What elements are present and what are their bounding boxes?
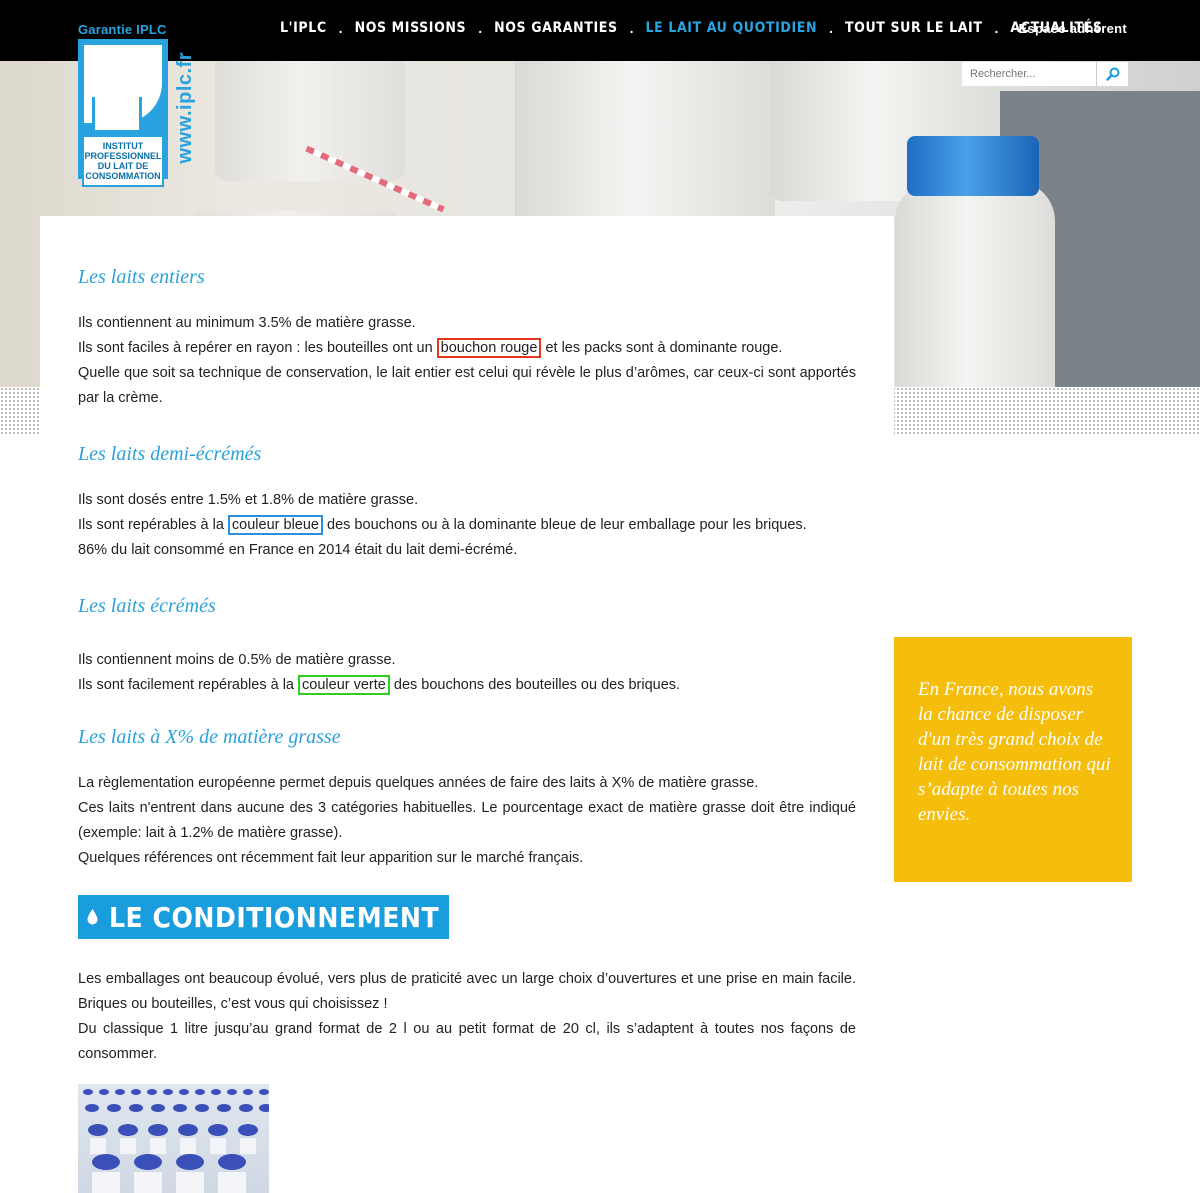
search-input[interactable] — [962, 62, 1096, 86]
logo-institute-name: INSTITUT PROFESSIONNEL DU LAIT DE CONSOM… — [82, 135, 164, 187]
nav-separator: . — [338, 20, 343, 36]
section-laits-x-percent: Les laits à X% de matière grasse La règl… — [78, 726, 856, 871]
banner-title: LE CONDITIONNEMENT — [109, 900, 440, 934]
text-line: Du classique 1 litre jusqu’au grand form… — [78, 1021, 856, 1062]
nav-item-missions[interactable]: NOS MISSIONS — [345, 20, 477, 36]
section-laits-demi-ecremes: Les laits demi-écrémés Ils sont dosés en… — [78, 443, 856, 563]
text-line: Les emballages ont beaucoup évolué, vers… — [78, 971, 856, 1012]
text-line: Ils sont dosés entre 1.5% et 1.8% de mat… — [78, 492, 419, 508]
text-line: Ils sont repérables à la — [78, 517, 228, 533]
highlight-couleur-bleue: couleur bleue — [227, 515, 323, 535]
milk-jug-shape — [215, 61, 405, 181]
text-line: Ils sont faciles à repérer en rayon : le… — [78, 340, 437, 356]
section-title: Les laits écrémés — [78, 595, 216, 617]
search-icon — [1105, 67, 1119, 81]
text-line: La règlementation européenne permet depu… — [78, 775, 759, 791]
blue-cap-shape — [907, 136, 1039, 196]
milk-drop-icon — [87, 909, 98, 925]
section-title: Les laits entiers — [78, 266, 205, 288]
section-laits-ecremes: Les laits écrémés Ils contiennent moins … — [78, 595, 856, 698]
text-line: 86% du lait consommé en France en 2014 é… — [78, 542, 518, 558]
milk-glass-icon — [92, 97, 142, 133]
text-line: des bouchons des bouteilles ou des briqu… — [389, 677, 681, 693]
logo-tagline: Garantie IPLC — [78, 22, 167, 37]
milk-jug-shape — [515, 61, 775, 231]
text-line: et les packs sont à dominante rouge. — [541, 340, 783, 356]
text-line: Quelle que soit sa technique de conserva… — [78, 365, 856, 406]
bottles-illustration — [83, 1089, 269, 1193]
nav-separator: . — [829, 20, 833, 36]
iplc-logo[interactable]: Garantie IPLC INSTITUT PROFESSIONNEL DU … — [78, 22, 196, 187]
main-nav: L'IPLC . NOS MISSIONS . NOS GARANTIES . … — [270, 20, 1113, 36]
section-title: Les laits à X% de matière grasse — [78, 726, 341, 748]
text-line: Ils sont facilement repérables à la — [78, 677, 299, 693]
nav-item-garanties[interactable]: NOS GARANTIES — [484, 20, 628, 36]
text-line: Ils contiennent moins de 0.5% de matière… — [78, 652, 396, 668]
text-line: des bouchons ou à la dominante bleue de … — [323, 517, 807, 533]
section-text: Ils contiennent moins de 0.5% de matière… — [78, 648, 856, 698]
nav-separator: . — [478, 20, 483, 36]
highlight-bouchon-rouge: bouchon rouge — [436, 338, 542, 358]
member-area-link[interactable]: Espace adhérent — [1018, 21, 1127, 36]
section-text: La règlementation européenne permet depu… — [78, 771, 856, 871]
main-content: Les laits entiers Ils contiennent au min… — [40, 216, 894, 1193]
nav-item-liplc[interactable]: L'IPLC — [270, 20, 337, 36]
text-line: Ils contiennent au minimum 3.5% de matiè… — [78, 315, 416, 331]
nav-item-tout-sur-le-lait[interactable]: TOUT SUR LE LAIT — [835, 20, 993, 36]
quote-box: En France, nous avons la chance de dispo… — [894, 637, 1132, 882]
section-text: Ils contiennent au minimum 3.5% de matiè… — [78, 311, 856, 411]
conditionnement-banner: LE CONDITIONNEMENT — [78, 895, 450, 939]
logo-url: www.iplc.fr — [174, 52, 196, 164]
nav-separator: . — [629, 20, 634, 36]
quote-text: En France, nous avons la chance de dispo… — [918, 679, 1111, 825]
text-line: Ces laits n'entrent dans aucune des 3 ca… — [78, 800, 856, 841]
nav-item-lait-au-quotidien[interactable]: LE LAIT AU QUOTIDIEN — [636, 20, 828, 36]
highlight-couleur-verte: couleur verte — [298, 675, 390, 695]
search-box — [962, 62, 1128, 86]
section-laits-entiers: Les laits entiers Ils contiennent au min… — [78, 266, 856, 411]
nav-separator: . — [994, 20, 999, 36]
section-title: Les laits demi-écrémés — [78, 443, 262, 465]
conditionnement-text: Les emballages ont beaucoup évolué, vers… — [78, 967, 856, 1067]
bottles-photo — [78, 1084, 269, 1193]
section-text: Ils sont dosés entre 1.5% et 1.8% de mat… — [78, 488, 856, 563]
logo-emblem: INSTITUT PROFESSIONNEL DU LAIT DE CONSOM… — [78, 39, 168, 187]
text-line: Quelques références ont récemment fait l… — [78, 850, 584, 866]
search-button[interactable] — [1096, 62, 1128, 86]
milk-bottle-shape — [895, 181, 1055, 387]
